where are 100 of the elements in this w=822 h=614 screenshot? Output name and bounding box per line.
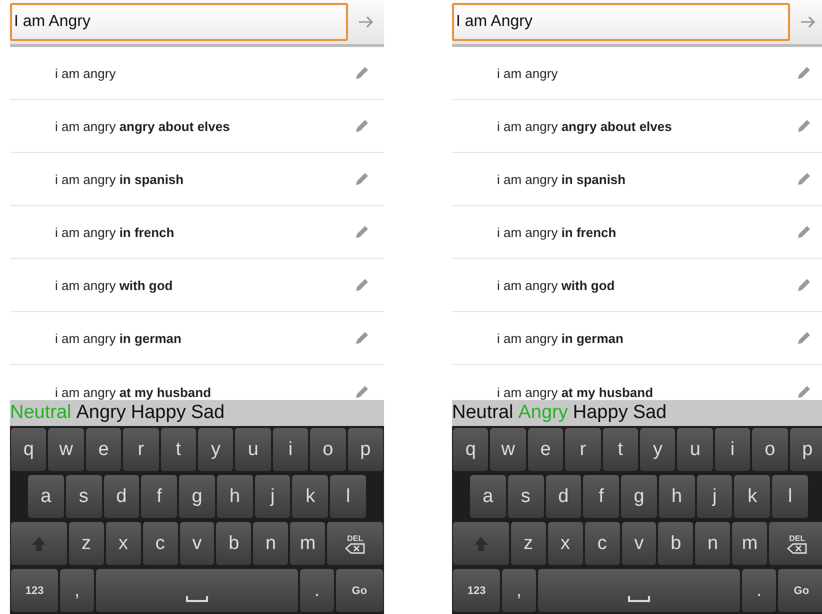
keyboard-key[interactable]: , bbox=[502, 569, 536, 612]
suggestion-text[interactable]: i am angry in german bbox=[55, 330, 354, 346]
mood-option[interactable]: Happy bbox=[572, 400, 633, 426]
keyboard-key[interactable]: j bbox=[254, 475, 290, 518]
pencil-icon[interactable] bbox=[796, 277, 812, 293]
suggestion-text[interactable]: i am angry angry about elves bbox=[497, 118, 796, 134]
pencil-icon[interactable] bbox=[796, 65, 812, 81]
suggestion-text[interactable]: i am angry angry about elves bbox=[55, 118, 354, 134]
suggestion-text[interactable]: i am angry in spanish bbox=[497, 172, 796, 186]
suggestion-text[interactable]: i am angry in french bbox=[55, 224, 354, 240]
suggestion-text[interactable]: i am angry at my husband bbox=[497, 385, 796, 400]
keyboard-key[interactable]: c bbox=[584, 522, 620, 565]
keyboard-key[interactable]: l bbox=[772, 475, 808, 518]
keyboard-key[interactable]: i bbox=[714, 428, 750, 471]
space-key[interactable] bbox=[96, 569, 298, 612]
shift-key[interactable] bbox=[453, 522, 509, 565]
suggestion-text[interactable]: i am angry with god bbox=[55, 278, 354, 292]
keyboard-key[interactable]: r bbox=[565, 428, 601, 471]
keyboard-key[interactable]: n bbox=[253, 522, 288, 565]
keyboard-key[interactable]: , bbox=[60, 569, 94, 612]
keyboard-key[interactable]: j bbox=[696, 475, 732, 518]
keyboard-key[interactable]: 123 bbox=[11, 569, 58, 612]
keyboard-key[interactable]: s bbox=[508, 475, 544, 518]
pencil-icon[interactable] bbox=[354, 277, 370, 293]
pencil-icon[interactable] bbox=[354, 224, 370, 240]
keyboard-key[interactable]: b bbox=[216, 522, 252, 565]
pencil-icon[interactable] bbox=[796, 224, 812, 240]
keyboard-key[interactable]: o bbox=[752, 428, 788, 471]
delete-key[interactable]: DEL bbox=[327, 522, 384, 565]
keyboard-key[interactable]: q bbox=[11, 428, 46, 471]
pencil-icon[interactable] bbox=[354, 65, 370, 81]
keyboard-key[interactable]: w bbox=[490, 428, 526, 471]
pencil-icon[interactable] bbox=[796, 118, 812, 134]
suggestion-text[interactable]: i am angry bbox=[55, 66, 354, 80]
keyboard-key[interactable]: d bbox=[104, 475, 140, 518]
suggestion-text[interactable]: i am angry in german bbox=[497, 330, 796, 346]
keyboard-key[interactable]: t bbox=[602, 428, 638, 471]
keyboard-key[interactable]: x bbox=[106, 522, 141, 565]
pencil-icon[interactable] bbox=[354, 330, 370, 346]
search-field[interactable]: I am Angry bbox=[452, 3, 790, 41]
suggestion-text[interactable]: i am angry bbox=[497, 66, 796, 80]
keyboard-key[interactable]: u bbox=[235, 428, 271, 471]
keyboard-key[interactable]: x bbox=[548, 522, 583, 565]
keyboard-key[interactable]: m bbox=[732, 522, 768, 565]
keyboard-key[interactable]: f bbox=[141, 475, 178, 518]
keyboard-key[interactable]: v bbox=[622, 522, 656, 565]
keyboard-key[interactable]: z bbox=[510, 522, 546, 565]
keyboard-key[interactable]: 123 bbox=[453, 569, 500, 612]
keyboard-key[interactable]: l bbox=[330, 475, 366, 518]
keyboard-key[interactable]: k bbox=[292, 475, 328, 518]
suggestion-text[interactable]: i am angry in spanish bbox=[55, 172, 354, 186]
keyboard-key[interactable]: t bbox=[160, 428, 196, 471]
keyboard-key[interactable]: z bbox=[68, 522, 104, 565]
keyboard-key[interactable]: q bbox=[453, 428, 488, 471]
mood-option[interactable]: Sad bbox=[632, 400, 672, 426]
keyboard-key[interactable]: y bbox=[198, 428, 234, 471]
delete-key[interactable]: DEL bbox=[769, 522, 822, 565]
keyboard-key[interactable]: i bbox=[272, 428, 308, 471]
keyboard-key[interactable]: r bbox=[123, 428, 159, 471]
mood-option[interactable]: Sad bbox=[190, 400, 230, 426]
keyboard-key[interactable]: g bbox=[179, 475, 215, 518]
keyboard-key[interactable]: a bbox=[470, 475, 506, 518]
keyboard-key[interactable]: Go bbox=[778, 569, 822, 612]
space-key[interactable] bbox=[538, 569, 740, 612]
pencil-icon[interactable] bbox=[354, 118, 370, 134]
mood-option[interactable]: Happy bbox=[130, 400, 191, 426]
keyboard-key[interactable]: a bbox=[28, 475, 64, 518]
keyboard-key[interactable]: h bbox=[658, 475, 695, 518]
shift-key[interactable] bbox=[11, 522, 67, 565]
keyboard-key[interactable]: . bbox=[742, 569, 776, 612]
keyboard-key[interactable]: d bbox=[546, 475, 582, 518]
suggestion-text[interactable]: i am angry with god bbox=[497, 278, 796, 292]
keyboard-key[interactable]: n bbox=[695, 522, 730, 565]
keyboard-key[interactable]: e bbox=[86, 428, 122, 471]
pencil-icon[interactable] bbox=[796, 171, 812, 187]
keyboard-key[interactable]: . bbox=[300, 569, 334, 612]
keyboard-key[interactable]: v bbox=[180, 522, 214, 565]
keyboard-key[interactable]: p bbox=[790, 428, 822, 471]
keyboard-key[interactable]: k bbox=[734, 475, 770, 518]
mood-option[interactable]: Neutral bbox=[452, 400, 518, 426]
keyboard-key[interactable]: p bbox=[348, 428, 384, 471]
pencil-icon[interactable] bbox=[796, 330, 812, 346]
keyboard-key[interactable]: h bbox=[216, 475, 253, 518]
suggestion-text[interactable]: i am angry in french bbox=[497, 224, 796, 240]
search-field[interactable]: I am Angry bbox=[10, 3, 348, 41]
keyboard-key[interactable]: y bbox=[640, 428, 676, 471]
keyboard-key[interactable]: b bbox=[658, 522, 694, 565]
keyboard-key[interactable]: e bbox=[528, 428, 564, 471]
pencil-icon[interactable] bbox=[354, 171, 370, 187]
keyboard-key[interactable]: s bbox=[66, 475, 102, 518]
keyboard-key[interactable]: c bbox=[142, 522, 178, 565]
keyboard-key[interactable]: f bbox=[583, 475, 620, 518]
mood-option[interactable]: Angry bbox=[76, 400, 131, 426]
keyboard-key[interactable]: o bbox=[310, 428, 346, 471]
suggestion-text[interactable]: i am angry at my husband bbox=[55, 385, 354, 400]
keyboard-key[interactable]: w bbox=[48, 428, 84, 471]
keyboard-key[interactable]: Go bbox=[336, 569, 383, 612]
keyboard-key[interactable]: m bbox=[290, 522, 326, 565]
keyboard-key[interactable]: u bbox=[677, 428, 713, 471]
keyboard-key[interactable]: g bbox=[621, 475, 657, 518]
